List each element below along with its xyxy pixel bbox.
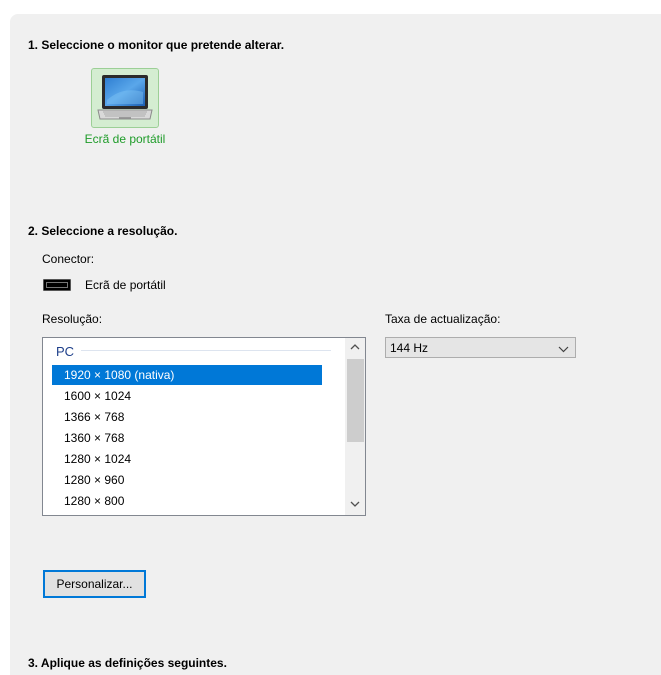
scroll-up-button[interactable] (345, 338, 365, 358)
resolution-item[interactable]: 1920 × 1080 (nativa) (52, 365, 322, 385)
refresh-rate-value: 144 Hz (390, 341, 429, 355)
resolution-item[interactable]: 1280 × 1024 (52, 449, 322, 469)
monitor-label[interactable]: Ecrã de portátil (70, 132, 180, 146)
chevron-up-icon (350, 344, 360, 350)
step2-heading: 2. Seleccione a resolução. (28, 224, 178, 238)
resolution-item[interactable]: 1600 × 1024 (52, 386, 322, 406)
chevron-down-icon (558, 342, 569, 356)
resolution-item[interactable]: 1280 × 800 (52, 491, 322, 511)
scroll-down-button[interactable] (345, 495, 365, 515)
chevron-down-icon (350, 501, 360, 507)
connector-label: Conector: (42, 252, 95, 266)
connector-value: Ecrã de portátil (85, 278, 166, 292)
settings-panel: 1. Seleccione o monitor que pretende alt… (10, 14, 661, 675)
resolution-listbox[interactable]: PC 1920 × 1080 (nativa) 1600 × 1024 1366… (42, 337, 366, 516)
step1-heading: 1. Seleccione o monitor que pretende alt… (28, 38, 285, 52)
resolution-item[interactable]: 1280 × 960 (52, 470, 322, 490)
step3-heading: 3. Aplique as definições seguintes. (28, 656, 227, 670)
monitor-tile[interactable] (91, 68, 159, 128)
resolution-label: Resolução: (42, 312, 103, 326)
resolution-item[interactable]: 1360 × 768 (52, 428, 322, 448)
laptop-icon (97, 75, 153, 120)
refresh-rate-label: Taxa de actualização: (385, 312, 501, 326)
customize-button[interactable]: Personalizar... (43, 570, 146, 598)
group-divider (81, 350, 331, 351)
scroll-thumb[interactable] (347, 359, 364, 442)
resolution-group-header: PC (56, 344, 75, 359)
resolution-scrollbar[interactable] (345, 338, 365, 515)
resolution-item[interactable]: 1366 × 768 (52, 407, 322, 427)
connector-icon (43, 279, 71, 291)
refresh-rate-dropdown[interactable]: 144 Hz (385, 337, 576, 358)
